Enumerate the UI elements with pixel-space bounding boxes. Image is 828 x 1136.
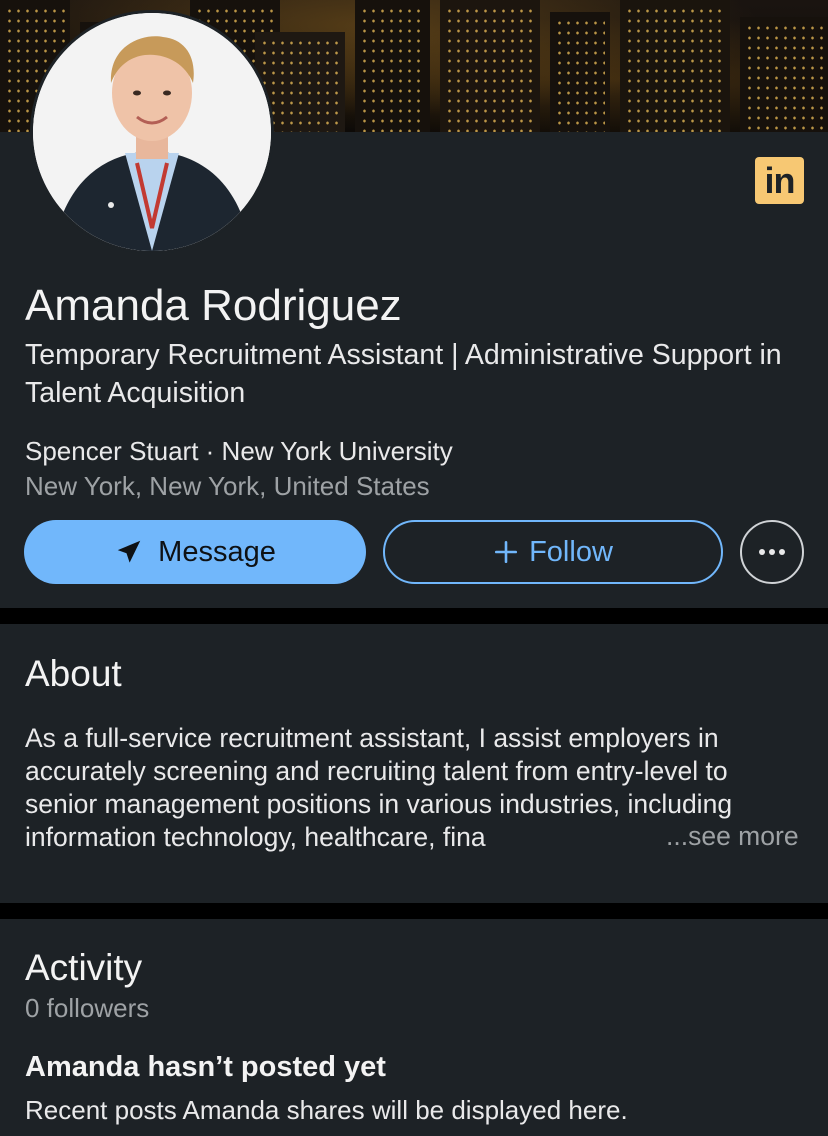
profile-name: Amanda Rodriguez — [25, 281, 402, 330]
avatar[interactable] — [33, 13, 271, 251]
message-button[interactable]: Message — [24, 520, 366, 584]
message-button-label: Message — [158, 535, 276, 568]
followers-count: 0 followers — [25, 993, 150, 1023]
more-horizontal-icon — [759, 549, 785, 555]
send-icon — [117, 540, 141, 563]
linkedin-badge[interactable]: in — [755, 157, 804, 204]
empty-activity-title: Amanda hasn’t posted yet — [25, 1051, 386, 1083]
linkedin-logo-icon: in — [764, 160, 796, 201]
profile-headline: Temporary Recruitment Assistant | Admini… — [25, 339, 782, 409]
empty-activity-text: Recent posts Amanda shares will be displ… — [25, 1095, 628, 1125]
follow-button-label: Follow — [529, 535, 613, 568]
profile-location: New York, New York, United States — [25, 471, 430, 501]
about-section: About As a full-service recruitment assi… — [0, 624, 828, 903]
profile-organizations[interactable]: Spencer Stuart · New York University — [25, 436, 453, 467]
plus-icon — [495, 540, 518, 564]
more-button[interactable] — [740, 520, 804, 584]
activity-section: Activity 0 followers Amanda hasn’t poste… — [0, 919, 828, 1136]
profile-photo-icon — [33, 13, 271, 251]
see-more-link[interactable]: ...see more — [662, 821, 799, 852]
about-title: About — [25, 653, 122, 694]
follow-button[interactable]: Follow — [383, 520, 723, 584]
activity-title: Activity — [25, 947, 143, 988]
